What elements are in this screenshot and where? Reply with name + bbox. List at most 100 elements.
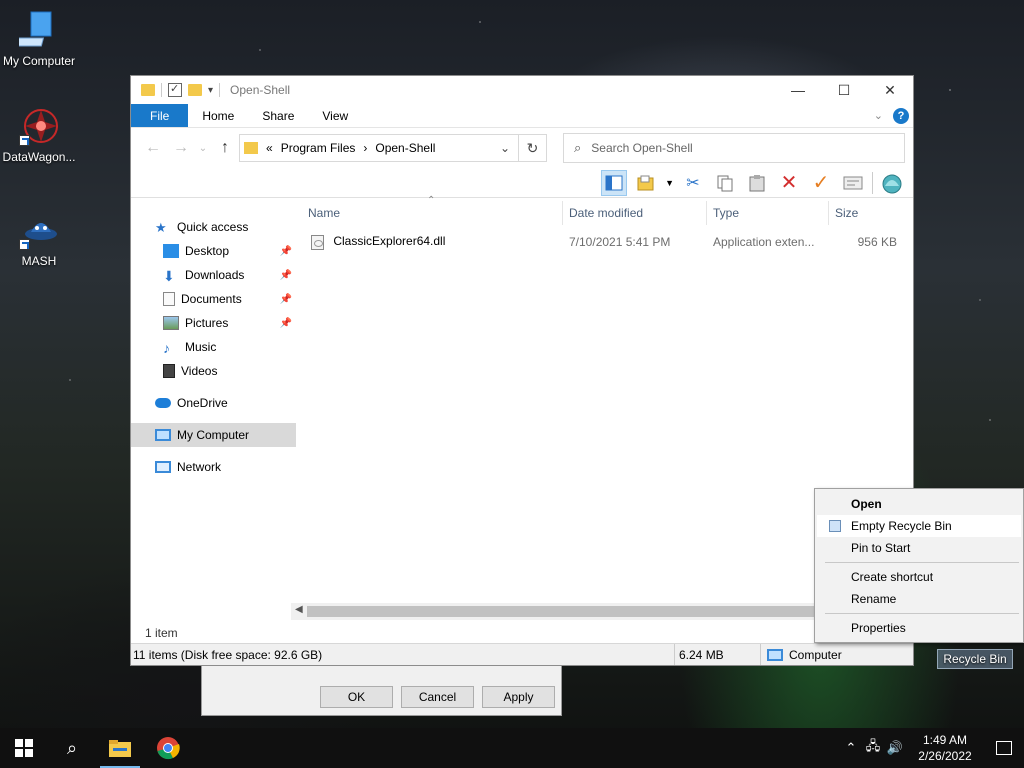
breadcrumb-open-shell[interactable]: Open-Shell <box>375 141 435 155</box>
menu-item-label: Empty Recycle Bin <box>851 519 952 533</box>
system-tray: ⌃ 🖧 🔊 1:49 AM 2/26/2022 <box>840 728 1024 768</box>
menu-item-open[interactable]: Open <box>817 493 1021 515</box>
nav-onedrive[interactable]: OneDrive <box>131 391 296 415</box>
title-bar[interactable]: ▾ Open-Shell — ☐ ✕ <box>131 76 913 104</box>
column-date-modified[interactable]: Date modified <box>563 201 707 225</box>
close-button[interactable]: ✕ <box>867 76 913 104</box>
rename-check-icon[interactable]: ✓ <box>808 170 834 196</box>
star-icon: ★ <box>155 220 167 235</box>
breadcrumb-overflow[interactable]: « <box>266 141 273 155</box>
address-bar[interactable]: « Program Files › Open-Shell ⌄ <box>239 134 519 162</box>
column-headers: ⌃ Name Date modified Type Size <box>297 195 913 225</box>
computer-icon <box>155 429 171 441</box>
folder-icon <box>141 84 155 96</box>
desktop-icon-recycle-bin[interactable]: Recycle Bin <box>937 649 1013 669</box>
navigation-pane: ★ Quick access Desktop 📌 ⬇ Downloads 📌 D… <box>131 201 297 643</box>
start-button[interactable] <box>0 728 48 768</box>
nav-videos[interactable]: Videos <box>131 359 296 383</box>
maximize-button[interactable]: ☐ <box>821 76 867 104</box>
column-size[interactable]: Size <box>829 201 905 225</box>
computer-icon <box>767 648 783 661</box>
ok-button[interactable]: OK <box>320 686 393 708</box>
column-type[interactable]: Type <box>707 201 829 225</box>
nav-desktop[interactable]: Desktop 📌 <box>131 239 296 263</box>
nav-downloads[interactable]: ⬇ Downloads 📌 <box>131 263 296 287</box>
divider <box>219 83 221 97</box>
apply-button[interactable]: Apply <box>482 686 555 708</box>
customize-toolbar-chevron-icon[interactable]: ▾ <box>208 85 213 96</box>
music-icon: ♪ <box>163 340 170 356</box>
downloads-icon: ⬇ <box>163 268 175 284</box>
search-input[interactable]: ⌕ Search Open-Shell <box>563 133 905 163</box>
properties-card-icon[interactable] <box>840 170 866 196</box>
desktop-icon-mash[interactable]: MASH <box>0 210 82 268</box>
taskbar-chrome[interactable] <box>144 728 192 768</box>
nav-music[interactable]: ♪ Music <box>131 335 296 359</box>
nav-network[interactable]: Network <box>131 455 296 479</box>
nav-label: OneDrive <box>177 396 228 410</box>
desktop-icon-label: DataWagon... <box>2 150 76 164</box>
nav-label: Documents <box>181 292 242 306</box>
nav-my-computer[interactable]: My Computer <box>131 423 296 447</box>
menu-item-empty-recycle-bin[interactable]: Empty Recycle Bin <box>817 515 1021 537</box>
show-hidden-icons-chevron-icon[interactable]: ⌃ <box>840 740 862 756</box>
breadcrumb-program-files[interactable]: Program Files <box>281 141 356 155</box>
copy-icon[interactable] <box>712 170 738 196</box>
sort-ascending-icon: ⌃ <box>427 195 436 206</box>
scroll-left-arrow-icon[interactable]: ◀ <box>295 604 303 615</box>
menu-item-pin-to-start[interactable]: Pin to Start <box>817 537 1021 559</box>
menu-item-properties[interactable]: Properties <box>817 617 1021 639</box>
tab-file[interactable]: File <box>131 104 189 127</box>
tab-share[interactable]: Share <box>248 104 308 127</box>
desktop-icon-datawagon[interactable]: DataWagon... <box>0 106 82 164</box>
properties-icon[interactable] <box>168 82 182 97</box>
desktop-icon-my-computer[interactable]: My Computer <box>0 10 82 68</box>
nav-quick-access[interactable]: ★ Quick access <box>131 215 296 239</box>
tab-view[interactable]: View <box>308 104 362 127</box>
help-icon[interactable]: ? <box>893 107 909 124</box>
views-icon[interactable] <box>633 170 659 196</box>
search-icon: ⌕ <box>574 140 582 155</box>
back-arrow-icon[interactable]: ← <box>139 139 167 157</box>
minimize-button[interactable]: — <box>775 76 821 104</box>
explorer-window: ▾ Open-Shell — ☐ ✕ File Home Share View … <box>130 75 914 666</box>
clock-time: 1:49 AM <box>922 733 968 747</box>
open-shell-settings-icon[interactable] <box>879 170 905 196</box>
paste-icon[interactable] <box>744 170 770 196</box>
scroll-thumb[interactable] <box>307 606 853 617</box>
clock-date: 2/26/2022 <box>918 749 972 763</box>
delete-icon[interactable]: ✕ <box>776 170 802 196</box>
network-icon[interactable]: 🖧 <box>862 737 884 759</box>
address-dropdown-chevron-icon[interactable]: ⌄ <box>500 141 510 155</box>
volume-icon[interactable]: 🔊 <box>884 740 906 756</box>
cell-date: 7/10/2021 5:41 PM <box>569 235 671 249</box>
datawagon-icon <box>19 106 59 146</box>
forward-arrow-icon[interactable]: → <box>167 139 195 157</box>
menu-item-rename[interactable]: Rename <box>817 588 1021 610</box>
tab-home[interactable]: Home <box>188 104 248 127</box>
cell-name: ClassicExplorer64.dll <box>297 234 563 250</box>
nav-label: My Computer <box>177 428 250 442</box>
menu-divider <box>825 562 1019 563</box>
cut-icon[interactable]: ✂ <box>680 170 706 196</box>
refresh-icon[interactable]: ↻ <box>519 134 547 162</box>
table-row[interactable]: ClassicExplorer64.dll 7/10/2021 5:41 PM … <box>297 231 913 253</box>
menu-item-create-shortcut[interactable]: Create shortcut <box>817 566 1021 588</box>
new-folder-icon[interactable] <box>188 84 202 96</box>
file-name: ClassicExplorer64.dll <box>333 234 446 249</box>
desktop-icon-label: My Computer <box>2 54 76 68</box>
divider <box>872 171 873 194</box>
clock[interactable]: 1:49 AM 2/26/2022 <box>906 732 984 764</box>
nav-label: Network <box>177 460 222 474</box>
nav-pictures[interactable]: Pictures 📌 <box>131 311 296 335</box>
up-arrow-icon[interactable]: ↑ <box>211 139 239 157</box>
recent-locations-chevron-icon[interactable]: ⌄ <box>195 143 211 154</box>
cancel-button[interactable]: Cancel <box>401 686 474 708</box>
taskbar-file-explorer[interactable] <box>96 728 144 768</box>
notifications-button[interactable] <box>984 741 1024 755</box>
nav-documents[interactable]: Documents 📌 <box>131 287 296 311</box>
navigation-pane-icon[interactable] <box>601 169 628 196</box>
expand-ribbon-chevron-icon[interactable]: ⌄ <box>874 109 883 122</box>
search-button[interactable]: ⌕ <box>48 728 96 768</box>
views-dropdown-chevron-icon[interactable]: ▼ <box>665 178 674 188</box>
